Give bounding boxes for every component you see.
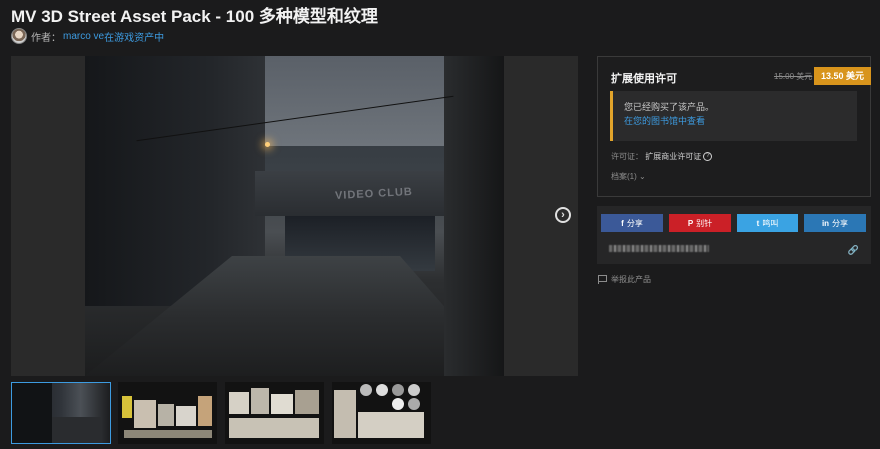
files-label: 档案(1) (611, 172, 637, 181)
thumbnail-4[interactable] (332, 382, 431, 444)
license-panel: 扩展使用许可 15.00 美元 13.50 美元 您已经购买了该产品。 在您的图… (597, 56, 871, 197)
pinterest-icon: P (687, 218, 694, 228)
license-label: 许可证： (611, 152, 643, 161)
category-link[interactable]: 在游戏资产中 (104, 29, 164, 44)
report-product-link[interactable]: 举报此产品 (598, 274, 651, 285)
license-title: 扩展使用许可 (611, 73, 677, 85)
pinterest-share-button[interactable]: P 别针 (669, 214, 731, 232)
facebook-share-label: 分享 (626, 218, 643, 228)
files-dropdown[interactable]: 档案(1) ⌄ (611, 171, 646, 182)
share-panel: f 分享 P 别针 t 鸣叫 in 分享 🔗 (597, 206, 871, 264)
image-gallery: VIDEO CLUB › (11, 56, 578, 376)
thumbnail-2[interactable] (118, 382, 217, 444)
hero-image[interactable]: VIDEO CLUB (85, 56, 504, 376)
twitter-icon: t (756, 218, 760, 228)
author-prefix: 作者： (31, 32, 61, 44)
view-in-library-link[interactable]: 在您的图书馆中查看 (624, 114, 857, 128)
license-value: 扩展商业许可证 (645, 152, 702, 161)
blurred-url (609, 245, 709, 253)
report-label: 举报此产品 (611, 275, 651, 284)
license-type-row: 许可证： 扩展商业许可证 ? (611, 151, 713, 162)
author-link[interactable]: marco ve (63, 31, 104, 42)
page-title: MV 3D Street Asset Pack - 100 多种模型和纹理 (11, 7, 378, 26)
help-icon[interactable]: ? (703, 152, 713, 162)
thumbnail-1[interactable] (11, 382, 111, 444)
chevron-right-circle-icon[interactable]: › (555, 207, 571, 223)
link-icon[interactable]: 🔗 (848, 241, 859, 259)
flag-icon (598, 275, 607, 284)
avatar[interactable] (11, 28, 27, 44)
thumbnail-3[interactable] (225, 382, 324, 444)
purchased-notice: 您已经购买了该产品。 在您的图书馆中查看 (610, 91, 857, 141)
pinterest-share-label: 别针 (696, 218, 713, 228)
chevron-down-icon: ⌄ (639, 172, 646, 181)
linkedin-icon: in (821, 218, 830, 228)
share-url-field[interactable]: 🔗 (603, 240, 865, 258)
street-lamp (265, 142, 270, 147)
facebook-share-button[interactable]: f 分享 (601, 214, 663, 232)
purchased-text: 您已经购买了该产品。 (624, 102, 715, 112)
linkedin-share-label: 分享 (832, 218, 849, 228)
twitter-share-button[interactable]: t 鸣叫 (737, 214, 798, 232)
facebook-icon: f (621, 218, 624, 228)
linkedin-share-button[interactable]: in 分享 (804, 214, 866, 232)
twitter-share-label: 鸣叫 (762, 218, 779, 228)
author-line: 作者： marco ve 在游戏资产中 (11, 27, 164, 45)
original-price: 15.00 美元 (774, 72, 813, 81)
sale-price-badge: 13.50 美元 (814, 67, 871, 85)
